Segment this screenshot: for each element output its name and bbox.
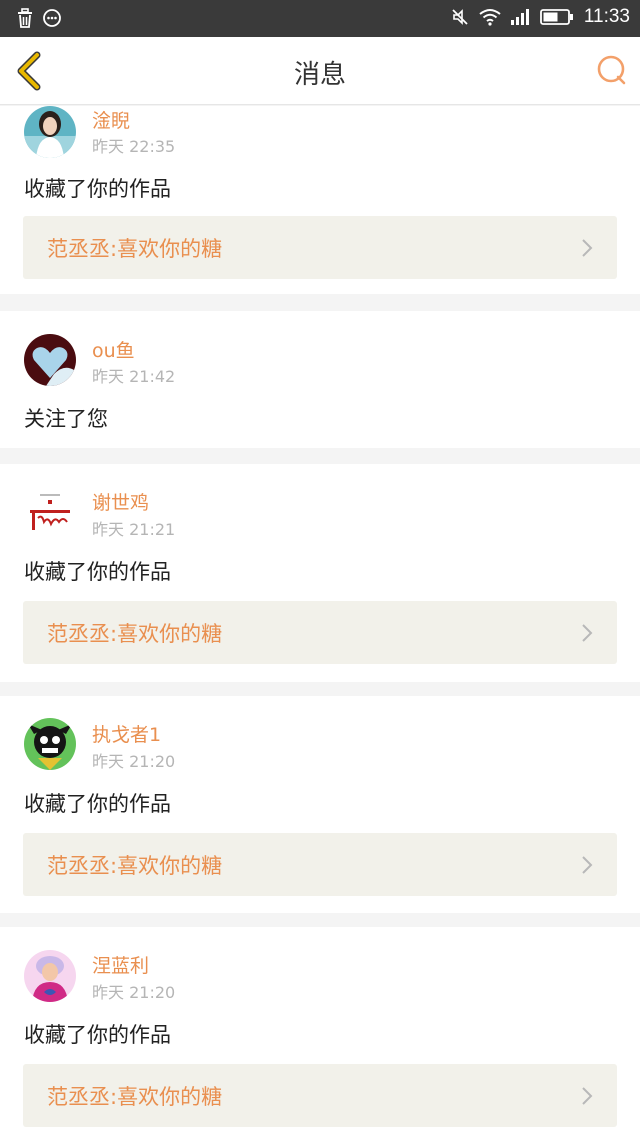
- user-avatar-image: [24, 950, 76, 1002]
- chat-bubble-icon[interactable]: [594, 53, 628, 87]
- message-time: 昨天 21:21: [92, 520, 176, 539]
- work-link[interactable]: 范丞丞:喜欢你的糖: [23, 216, 617, 279]
- user-name[interactable]: 谢世鸡: [92, 488, 149, 515]
- avatar[interactable]: [24, 334, 76, 386]
- notification-card: 执戈者1 昨天 21:20 收藏了你的作品 范丞丞:喜欢你的糖: [0, 696, 640, 913]
- user-avatar-image: [24, 718, 76, 770]
- work-title: 范丞丞:喜欢你的糖: [47, 622, 223, 646]
- work-title: 范丞丞:喜欢你的糖: [47, 854, 223, 878]
- work-link[interactable]: 范丞丞:喜欢你的糖: [23, 601, 617, 664]
- signal-icon: [510, 9, 529, 25]
- user-name[interactable]: 执戈者1: [92, 720, 161, 747]
- avatar[interactable]: [24, 486, 76, 538]
- action-text: 收藏了你的作品: [24, 177, 171, 201]
- notification-card: 涅蓝利 昨天 21:20 收藏了你的作品 范丞丞:喜欢你的糖: [0, 927, 640, 1138]
- action-text: 收藏了你的作品: [24, 792, 171, 816]
- page-title: 消息: [293, 60, 346, 90]
- wifi-icon: [479, 9, 501, 26]
- work-title: 范丞丞:喜欢你的糖: [47, 237, 223, 261]
- message-time: 昨天 21:20: [92, 983, 176, 1002]
- avatar[interactable]: [24, 950, 76, 1002]
- header: 消息: [0, 37, 640, 105]
- work-link[interactable]: 范丞丞:喜欢你的糖: [23, 833, 617, 896]
- user-name[interactable]: 涅蓝利: [92, 951, 149, 978]
- battery-icon: [539, 9, 573, 25]
- chevron-right-icon: [582, 856, 593, 874]
- user-name[interactable]: ou鱼: [92, 336, 135, 363]
- trash-icon: [18, 8, 32, 28]
- message-time: 昨天 22:35: [92, 137, 176, 156]
- notification-card: 谢世鸡 昨天 21:21 收藏了你的作品 范丞丞:喜欢你的糖: [0, 464, 640, 682]
- user-name[interactable]: 淦睨: [92, 106, 130, 133]
- chevron-right-icon: [582, 1087, 593, 1105]
- status-time: 11:33: [583, 6, 630, 27]
- work-link[interactable]: 范丞丞:喜欢你的糖: [23, 1064, 617, 1127]
- notification-feed: 淦睨 昨天 22:35 收藏了你的作品 范丞丞:喜欢你的糖 ou鱼 昨天 21:…: [0, 106, 640, 1138]
- status-left: [16, 8, 62, 28]
- action-text: 收藏了你的作品: [24, 560, 171, 584]
- message-time: 昨天 21:42: [92, 367, 176, 386]
- user-avatar-image: [24, 486, 76, 538]
- user-avatar-image: [24, 106, 76, 158]
- avatar[interactable]: [24, 106, 76, 158]
- chevron-right-icon: [582, 239, 593, 257]
- status-right: 11:33: [450, 6, 630, 28]
- notification-card: ou鱼 昨天 21:42 关注了您: [0, 311, 640, 448]
- chevron-right-icon: [582, 624, 593, 642]
- action-text: 关注了您: [24, 407, 108, 431]
- action-text: 收藏了你的作品: [24, 1023, 171, 1047]
- user-avatar-image: [24, 334, 76, 386]
- work-title: 范丞丞:喜欢你的糖: [47, 1085, 223, 1109]
- avatar[interactable]: [24, 718, 76, 770]
- message-time: 昨天 21:20: [92, 752, 176, 771]
- notification-card: 淦睨 昨天 22:35 收藏了你的作品 范丞丞:喜欢你的糖: [0, 106, 640, 294]
- message-bubble-icon: [43, 9, 61, 27]
- status-bar: 11:33: [0, 0, 640, 37]
- mute-icon: [452, 9, 468, 25]
